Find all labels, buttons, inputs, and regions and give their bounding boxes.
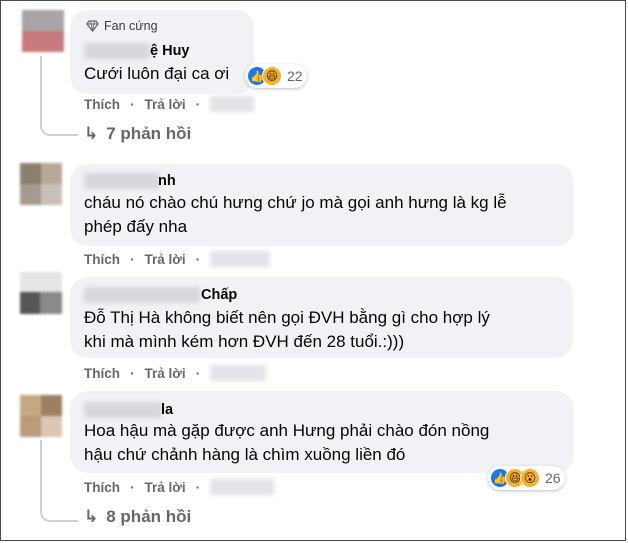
separator: · — [195, 479, 201, 495]
reply-button[interactable]: Trả lời — [145, 97, 186, 112]
replies-label: 8 phản hồi — [106, 507, 192, 526]
like-button[interactable]: Thích — [84, 252, 120, 267]
like-button[interactable]: Thích — [84, 480, 120, 495]
comment-text-line: Đỗ Thị Hà không biết nên gọi ĐVH bằng gì… — [84, 308, 490, 327]
reaction-count: 26 — [545, 470, 561, 486]
comment-actions: Thích · Trả lời · — [84, 251, 271, 267]
blurred-author-name — [84, 287, 200, 303]
comment-text: Cưới luôn đại ca ơi — [84, 64, 230, 83]
blurred-author-name — [84, 402, 162, 418]
avatar[interactable] — [20, 163, 62, 205]
author-name[interactable]: la — [161, 402, 173, 418]
author-name[interactable]: nh — [158, 173, 176, 189]
wow-reaction-icon: 😮 — [520, 468, 540, 488]
blurred-author-name — [84, 173, 160, 189]
reaction-summary[interactable]: 👍 😆 😮 26 — [488, 466, 565, 490]
blurred-timestamp[interactable] — [210, 96, 255, 112]
diamond-icon — [86, 20, 99, 32]
reply-button[interactable]: Trả lời — [145, 366, 186, 381]
avatar[interactable] — [20, 272, 62, 314]
separator: · — [130, 479, 135, 495]
comment-text-line: phép đấy nha — [84, 217, 188, 236]
separator: · — [130, 251, 135, 267]
haha-reaction-icon: 😆 — [262, 66, 282, 86]
separator: · — [130, 365, 135, 381]
blurred-timestamp[interactable] — [210, 365, 267, 381]
avatar[interactable] — [20, 395, 62, 437]
badge-label: Fan cứng — [104, 19, 158, 33]
comment-text-line: khi mà mình kém hơn ĐVH đến 28 tuổi.:))) — [84, 332, 405, 351]
like-button[interactable]: Thích — [84, 366, 120, 381]
reaction-summary[interactable]: 👍 😆 22 — [245, 64, 307, 88]
comment-text-line: hậu chứ chảnh hàng là chìm xuồng liền đó — [84, 445, 406, 464]
separator: · — [195, 365, 201, 381]
reply-arrow-icon: ↳ — [84, 507, 99, 526]
blurred-timestamp[interactable] — [210, 479, 275, 495]
separator: · — [195, 96, 201, 112]
reply-button[interactable]: Trả lời — [145, 252, 186, 267]
separator: · — [195, 251, 201, 267]
author-name[interactable]: ệ Huy — [150, 43, 190, 59]
reply-button[interactable]: Trả lời — [145, 480, 186, 495]
view-replies-link[interactable]: ↳ 8 phản hồi — [84, 507, 191, 527]
blurred-timestamp[interactable] — [210, 251, 271, 267]
comment-text-line: cháu nó chào chú hưng chứ jo mà gọi anh … — [84, 193, 507, 212]
separator: · — [130, 96, 135, 112]
view-replies-link[interactable]: ↳ 7 phản hồi — [84, 124, 191, 144]
fan-badge: Fan cứng — [86, 19, 158, 33]
comment-text-line: Hoa hậu mà gặp được anh Hưng phải chào đ… — [84, 421, 490, 440]
thread-connector — [40, 440, 78, 522]
blurred-author-name — [84, 43, 150, 59]
comment-actions: Thích · Trả lời · — [84, 96, 255, 112]
reaction-count: 22 — [287, 68, 303, 84]
like-button[interactable]: Thích — [84, 97, 120, 112]
comment-actions: Thích · Trả lời · — [84, 479, 275, 495]
avatar[interactable] — [22, 10, 64, 52]
replies-label: 7 phản hồi — [106, 124, 192, 143]
thread-connector — [40, 56, 78, 136]
author-name[interactable]: Chấp — [201, 287, 237, 303]
reply-arrow-icon: ↳ — [84, 124, 99, 143]
comment-actions: Thích · Trả lời · — [84, 365, 267, 381]
